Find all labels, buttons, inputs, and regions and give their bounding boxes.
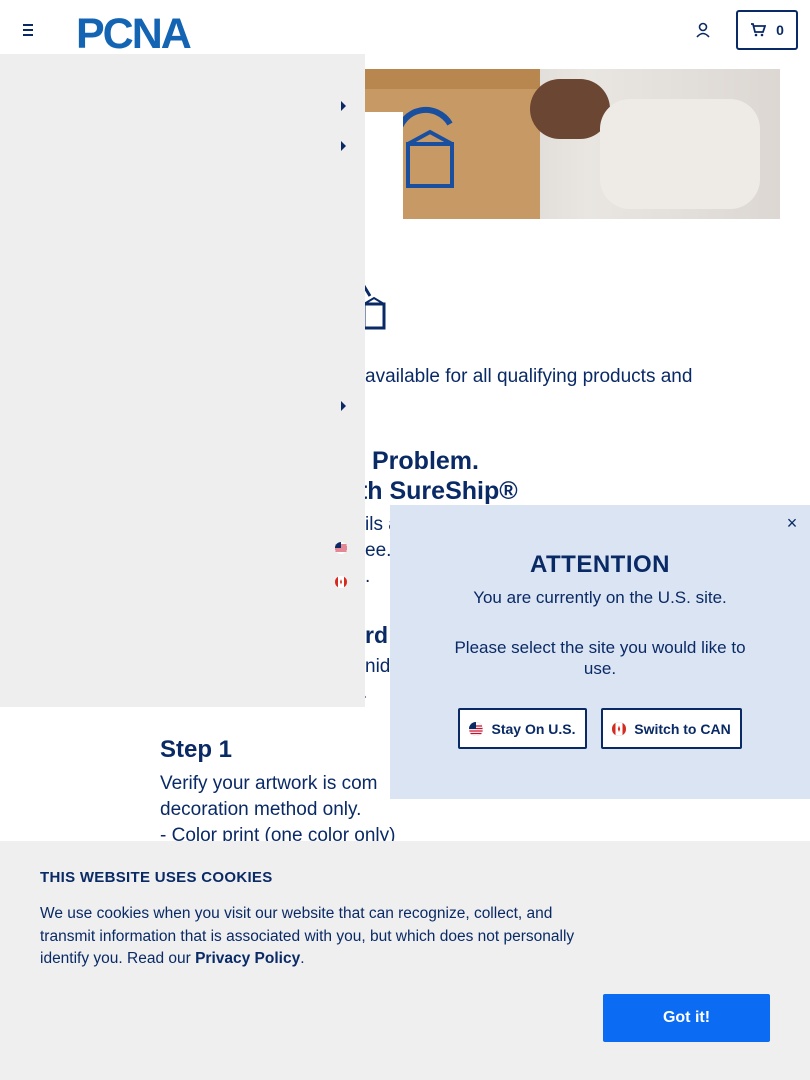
cookie-text-end: .: [300, 950, 305, 967]
stay-on-us-label: Stay On U.S.: [491, 720, 576, 737]
cart-count: 0: [776, 22, 784, 38]
caret-right-icon: [341, 401, 346, 411]
drawer-item-1[interactable]: [0, 91, 365, 121]
step-text-1: Verify your artwork is com: [160, 773, 378, 794]
logo-text: PCNA: [76, 10, 191, 52]
body-text-line2: ee.: [365, 540, 392, 561]
drawer-item-3[interactable]: [0, 391, 365, 421]
person-arm: [530, 79, 610, 139]
site-select-modal: × ATTENTION You are currently on the U.S…: [390, 505, 810, 799]
switch-to-can-label: Switch to CAN: [634, 720, 731, 737]
available-text: available for all qualifying products an…: [365, 366, 693, 387]
menu-icon-bar: [23, 29, 33, 31]
account-icon[interactable]: [694, 21, 712, 39]
cart-icon: [751, 23, 767, 37]
step-heading: Step 1: [160, 736, 233, 763]
cart-button[interactable]: 0: [736, 10, 798, 50]
cookie-accept-button[interactable]: Got it!: [603, 994, 770, 1042]
cookie-title: THIS WEBSITE USES COOKIES: [40, 869, 273, 886]
canada-flag-icon[interactable]: [333, 576, 349, 588]
cookie-body: We use cookies when you visit our websit…: [40, 905, 575, 967]
caret-right-icon: [341, 101, 346, 111]
pcna-logo[interactable]: PCNA: [76, 10, 226, 52]
subheading-partial: rd: [365, 622, 388, 648]
caret-right-icon: [341, 141, 346, 151]
step-text-2: decoration method only.: [160, 799, 362, 820]
cookie-banner: THIS WEBSITE USES COOKIES We use cookies…: [0, 841, 810, 1080]
modal-subtitle: You are currently on the U.S. site.: [473, 588, 727, 607]
menu-icon-bar: [23, 24, 33, 26]
modal-title: ATTENTION: [529, 551, 671, 578]
canada-flag-icon: [612, 721, 627, 736]
menu-icon-bar: [23, 34, 33, 36]
modal-prompt: Please select the site you would like to…: [454, 638, 746, 678]
close-icon[interactable]: ×: [784, 513, 800, 533]
us-flag-icon: [469, 721, 484, 736]
section-heading-line2: ith SureShip®: [352, 477, 518, 505]
us-flag-icon[interactable]: [333, 542, 349, 554]
cookie-text: We use cookies when you visit our websit…: [40, 903, 605, 971]
switch-to-can-button[interactable]: Switch to CAN: [601, 708, 742, 749]
stay-on-us-button[interactable]: Stay On U.S.: [458, 708, 587, 749]
section-heading-line1: Problem.: [372, 447, 479, 475]
body-text-line3: .: [365, 566, 371, 587]
menu-button[interactable]: [18, 20, 38, 40]
site-header: PCNA 0: [0, 0, 810, 60]
privacy-policy-link[interactable]: Privacy Policy: [195, 950, 300, 967]
nav-drawer: [0, 54, 365, 707]
drawer-item-2[interactable]: [0, 131, 365, 161]
pillow: [600, 99, 760, 209]
